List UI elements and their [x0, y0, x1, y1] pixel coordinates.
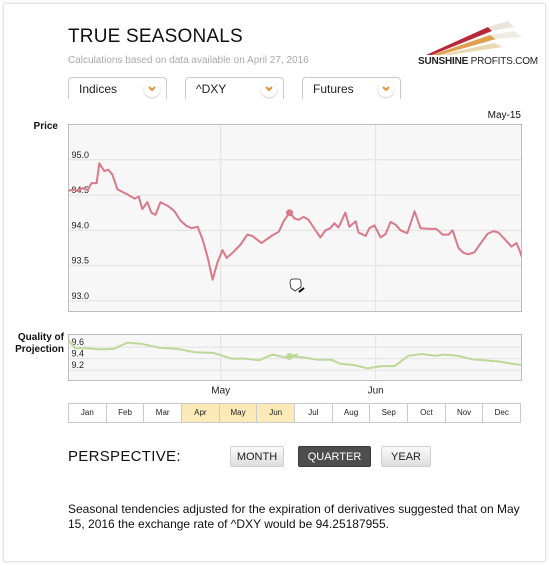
- quality-ytick-label: 9.4: [72, 349, 85, 359]
- month-selector: Jan Feb Mar Apr May Jun Jul Aug Sep Oct Nov Dec: [68, 403, 521, 423]
- month-may[interactable]: May: [219, 404, 258, 422]
- charts-svg[interactable]: 95.094.594.093.593.09.69.49.2May Jun: [0, 0, 549, 400]
- price-ytick-label: 93.0: [72, 291, 90, 301]
- quality-highlight-marker: [286, 352, 294, 360]
- month-oct[interactable]: Oct: [408, 404, 446, 422]
- price-highlight-marker: [286, 209, 294, 217]
- year-perspective-button[interactable]: YEAR: [381, 446, 431, 467]
- month-feb[interactable]: Feb: [106, 404, 145, 422]
- projection-description: Seasonal tendencies adjusted for the exp…: [68, 502, 520, 531]
- quality-ytick-label: 9.2: [72, 360, 85, 370]
- price-ytick-label: 94.0: [72, 220, 90, 230]
- quality-xtick-label: Jun: [368, 386, 384, 397]
- month-aug[interactable]: Aug: [332, 404, 371, 422]
- month-jan[interactable]: Jan: [69, 404, 107, 422]
- quality-xtick-label: May: [211, 386, 230, 397]
- price-ytick-label: 95.0: [72, 150, 90, 160]
- perspective-label: PERSPECTIVE:: [68, 448, 181, 465]
- month-mar[interactable]: Mar: [144, 404, 183, 422]
- month-jul[interactable]: Jul: [295, 404, 333, 422]
- month-apr[interactable]: Apr: [182, 404, 220, 422]
- month-dec[interactable]: Dec: [483, 404, 521, 422]
- month-jun[interactable]: Jun: [257, 404, 296, 422]
- quarter-perspective-button[interactable]: QUARTER: [298, 446, 371, 467]
- price-ytick-label: 93.5: [72, 256, 90, 266]
- month-nov[interactable]: Nov: [445, 404, 484, 422]
- month-sep[interactable]: Sep: [370, 404, 409, 422]
- month-perspective-button[interactable]: MONTH: [230, 446, 284, 467]
